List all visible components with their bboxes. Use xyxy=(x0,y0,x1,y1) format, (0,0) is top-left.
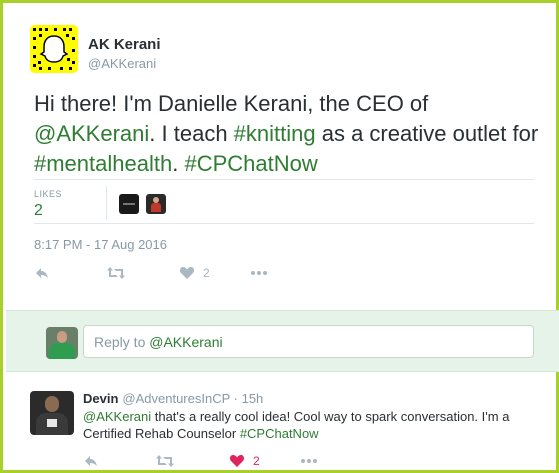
hashtag-link[interactable]: #mentalhealth xyxy=(34,151,172,176)
reply-icon xyxy=(36,268,48,278)
reply-button[interactable] xyxy=(34,262,50,284)
hashtag-link[interactable]: @AKKerani xyxy=(83,409,151,424)
author-avatar[interactable] xyxy=(30,25,78,73)
snapcode-icon xyxy=(30,25,78,73)
text-segment: . I teach xyxy=(149,121,234,146)
hashtag-link[interactable]: #CPChatNow xyxy=(240,426,319,441)
text-segment: as a creative outlet for xyxy=(315,121,539,146)
comment-reply-button[interactable] xyxy=(83,450,99,472)
like-button[interactable]: 2 xyxy=(179,262,210,284)
tweet-stats: LIKES 2 xyxy=(34,179,534,224)
reply-input[interactable]: Reply to @AKKerani xyxy=(83,325,534,358)
retweet-icon xyxy=(156,455,174,467)
commenter-avatar[interactable] xyxy=(30,391,74,435)
commenter-name[interactable]: Devin xyxy=(83,391,118,406)
tweet-actions: 2 xyxy=(3,262,559,284)
stats-divider xyxy=(106,186,107,220)
hashtag-link[interactable]: @AKKerani xyxy=(34,121,149,146)
more-button[interactable] xyxy=(250,262,268,284)
comment-actions: 2 xyxy=(3,450,559,472)
hashtag-link[interactable]: #CPChatNow xyxy=(184,151,317,176)
like-count: 2 xyxy=(203,266,210,280)
hashtag-link[interactable]: #knitting xyxy=(234,121,316,146)
heart-icon xyxy=(179,267,195,279)
reply-mention: @AKKerani xyxy=(149,334,223,350)
commenter-handle[interactable]: @AdventuresInCP xyxy=(122,391,230,406)
tweet-text: Hi there! I'm Danielle Kerani, the CEO o… xyxy=(34,89,539,179)
comment-more-button[interactable] xyxy=(300,450,318,472)
liker-avatar[interactable] xyxy=(146,194,166,214)
retweet-icon xyxy=(107,267,125,279)
author-handle[interactable]: @AKKerani xyxy=(88,56,156,71)
reply-icon xyxy=(85,456,97,466)
tweet-card: AK Kerani @AKKerani Hi there! I'm Daniel… xyxy=(0,0,559,473)
retweet-button[interactable] xyxy=(106,262,126,284)
text-segment: Hi there! I'm Danielle Kerani, the CEO o… xyxy=(34,91,429,116)
comment-time[interactable]: 15h xyxy=(242,391,264,406)
likes-count[interactable]: 2 xyxy=(34,202,43,220)
more-icon xyxy=(301,459,317,463)
author-name[interactable]: AK Kerani xyxy=(88,36,161,53)
comment-header: Devin @AdventuresInCP · 15h xyxy=(83,391,263,406)
liker-avatar[interactable] xyxy=(119,194,139,214)
comment-retweet-button[interactable] xyxy=(155,450,175,472)
reply-placeholder: Reply to xyxy=(94,334,150,350)
reply-composer: Reply to @AKKerani xyxy=(6,310,559,372)
comment-like-count: 2 xyxy=(253,454,260,468)
current-user-avatar xyxy=(46,327,78,359)
more-icon xyxy=(251,271,267,275)
likes-label: LIKES xyxy=(34,189,63,199)
comment-separator: · xyxy=(230,391,242,406)
text-segment: . xyxy=(172,151,185,176)
comment-text: @AKKerani that's a really cool idea! Coo… xyxy=(83,408,543,442)
tweet-timestamp: 8:17 PM - 17 Aug 2016 xyxy=(34,237,167,252)
heart-filled-icon xyxy=(229,455,245,467)
comment-like-button[interactable]: 2 xyxy=(229,450,260,472)
